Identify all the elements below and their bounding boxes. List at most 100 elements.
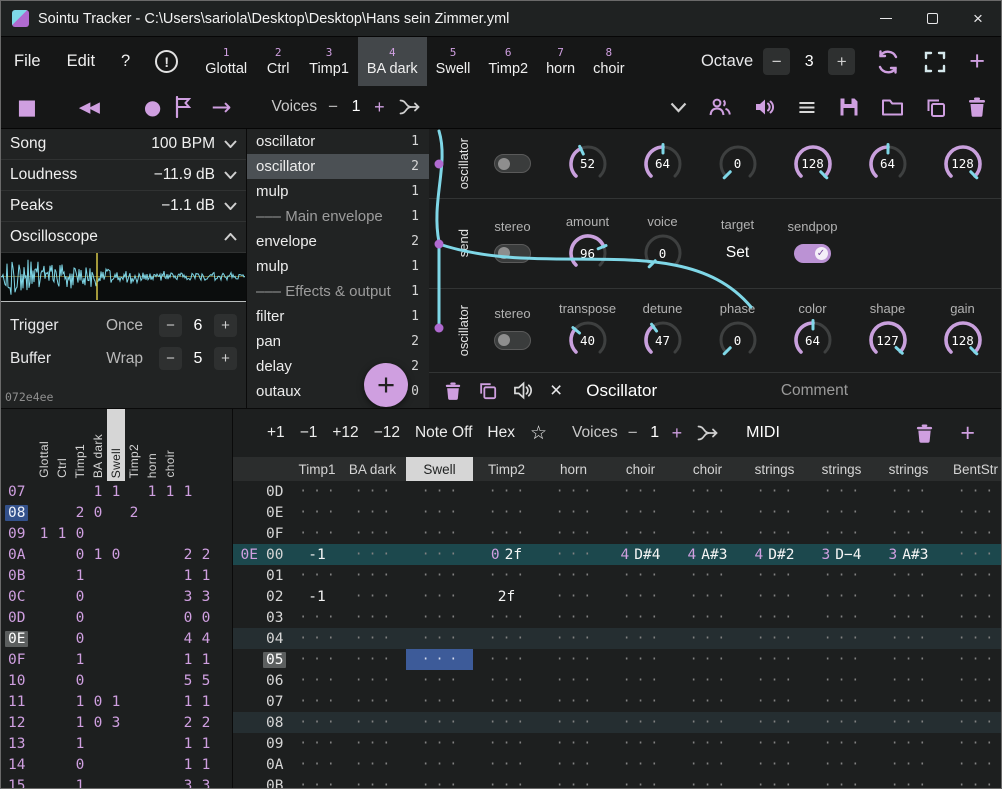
- order-cell[interactable]: 3: [197, 778, 215, 789]
- pattern-cell[interactable]: ···: [339, 649, 406, 670]
- voices-increment-button[interactable]: +: [374, 97, 385, 118]
- pattern-cell[interactable]: ···: [295, 607, 339, 628]
- delete-unit-icon[interactable]: [444, 381, 462, 401]
- pattern-cell[interactable]: ···: [741, 712, 808, 733]
- pattern-cell[interactable]: ···: [295, 775, 339, 789]
- pattern-cell[interactable]: ···: [942, 544, 1002, 565]
- order-cell[interactable]: 1: [53, 526, 71, 542]
- pattern-cell[interactable]: ···: [674, 628, 741, 649]
- pattern-track-header[interactable]: Timp1: [295, 457, 339, 481]
- order-cell[interactable]: 4: [197, 631, 215, 647]
- order-cell[interactable]: 5: [179, 673, 197, 689]
- order-row-number[interactable]: 0E: [1, 631, 35, 647]
- pattern-cell[interactable]: ···: [339, 481, 406, 502]
- pattern-cell[interactable]: ···: [339, 754, 406, 775]
- oscilloscope-row[interactable]: Oscilloscope: [1, 222, 246, 253]
- pattern-cell[interactable]: ···: [741, 691, 808, 712]
- pattern-cell[interactable]: ···: [540, 670, 607, 691]
- pattern-cell[interactable]: ···: [607, 649, 674, 670]
- unit-list-item[interactable]: ––– Effects & output1: [247, 279, 429, 304]
- pattern-cell[interactable]: ···: [808, 502, 875, 523]
- fullscreen-icon[interactable]: [923, 50, 947, 74]
- delete-icon[interactable]: [967, 96, 987, 118]
- pattern-cell[interactable]: ···: [473, 481, 540, 502]
- order-row-number[interactable]: 08: [1, 505, 35, 521]
- order-cell[interactable]: 0: [71, 526, 89, 542]
- pattern-cell[interactable]: ···: [540, 607, 607, 628]
- track-tab-timp2[interactable]: 6Timp2: [479, 37, 537, 86]
- pattern-cell[interactable]: ···: [674, 502, 741, 523]
- pattern-cell[interactable]: ···: [808, 754, 875, 775]
- pattern-cell[interactable]: ···: [473, 775, 540, 789]
- order-row-number[interactable]: 09: [1, 526, 35, 542]
- record-button[interactable]: ●: [144, 95, 161, 119]
- pattern-cell[interactable]: ···: [540, 691, 607, 712]
- order-cell[interactable]: 1: [89, 484, 107, 500]
- order-cell[interactable]: 1: [179, 694, 197, 710]
- chevron-down-icon[interactable]: [224, 171, 237, 179]
- knob[interactable]: 40: [567, 319, 609, 361]
- order-cell[interactable]: 0: [71, 757, 89, 773]
- pattern-cell[interactable]: ···: [339, 565, 406, 586]
- unit-speaker-icon[interactable]: [513, 381, 534, 400]
- copy-icon[interactable]: [925, 97, 946, 118]
- pattern-cell[interactable]: ···: [875, 607, 942, 628]
- pattern-cell[interactable]: 02f: [473, 544, 540, 565]
- order-cell[interactable]: 1: [197, 757, 215, 773]
- track-tab-swell[interactable]: 5Swell: [427, 37, 480, 86]
- menu-help[interactable]: ?: [108, 52, 143, 71]
- order-row-number[interactable]: 0B: [1, 568, 35, 584]
- knob[interactable]: 128: [942, 143, 984, 185]
- voices-decrement-button[interactable]: −: [328, 97, 338, 117]
- order-cell[interactable]: 0: [89, 694, 107, 710]
- pattern-cell[interactable]: ···: [808, 586, 875, 607]
- pattern-cell[interactable]: ···: [406, 775, 473, 789]
- order-track-header[interactable]: choir: [161, 409, 179, 481]
- order-cell[interactable]: 3: [179, 778, 197, 789]
- order-cell[interactable]: 2: [125, 505, 143, 521]
- order-row-number[interactable]: 0D: [1, 610, 35, 626]
- order-cell[interactable]: 4: [179, 631, 197, 647]
- pattern-cell[interactable]: ···: [406, 712, 473, 733]
- split-voices-icon[interactable]: [399, 98, 421, 116]
- order-cell[interactable]: 0: [89, 505, 107, 521]
- order-cell[interactable]: 0: [71, 547, 89, 563]
- pattern-cell[interactable]: ···: [473, 502, 540, 523]
- toolbar-button--1[interactable]: −1: [300, 424, 318, 442]
- pattern-cell[interactable]: ···: [741, 670, 808, 691]
- pattern-track-header[interactable]: BA dark: [339, 457, 406, 481]
- order-track-header[interactable]: Ctrl: [53, 409, 71, 481]
- order-track-header[interactable]: [197, 409, 215, 481]
- pattern-cell[interactable]: 4A#3: [674, 544, 741, 565]
- pattern-cell[interactable]: ···: [674, 586, 741, 607]
- pattern-cell[interactable]: ···: [741, 565, 808, 586]
- pattern-cell[interactable]: ···: [942, 607, 1002, 628]
- unit-list-item[interactable]: pan2: [247, 329, 429, 354]
- pattern-cell[interactable]: ···: [808, 670, 875, 691]
- pattern-cell[interactable]: ···: [808, 565, 875, 586]
- pattern-cell[interactable]: ···: [406, 628, 473, 649]
- order-cell[interactable]: 3: [107, 715, 125, 731]
- octave-increment-button[interactable]: +: [828, 48, 855, 75]
- trigger-decrement-button[interactable]: −: [159, 314, 182, 337]
- pattern-cell[interactable]: ···: [473, 649, 540, 670]
- warning-icon[interactable]: !: [155, 50, 178, 73]
- unit-comment[interactable]: Comment: [781, 382, 848, 400]
- pattern-cell[interactable]: ···: [473, 691, 540, 712]
- pattern-cell[interactable]: ···: [295, 649, 339, 670]
- people-icon[interactable]: [708, 97, 733, 117]
- pattern-cell[interactable]: ···: [875, 628, 942, 649]
- pattern-cell[interactable]: ···: [808, 691, 875, 712]
- track-tab-choir[interactable]: 8choir: [584, 37, 633, 86]
- add-track-button[interactable]: +: [969, 48, 985, 75]
- knob[interactable]: 0: [717, 143, 759, 185]
- pattern-cell[interactable]: ···: [875, 565, 942, 586]
- pattern-cell[interactable]: ···: [741, 586, 808, 607]
- pattern-cell[interactable]: ···: [808, 712, 875, 733]
- order-row-number[interactable]: 11: [1, 694, 35, 710]
- order-cell[interactable]: 1: [179, 652, 197, 668]
- menu-hamburger-icon[interactable]: ≡: [797, 95, 817, 119]
- order-cell[interactable]: 1: [179, 736, 197, 752]
- pattern-cell[interactable]: ···: [674, 565, 741, 586]
- order-cell[interactable]: 0: [71, 610, 89, 626]
